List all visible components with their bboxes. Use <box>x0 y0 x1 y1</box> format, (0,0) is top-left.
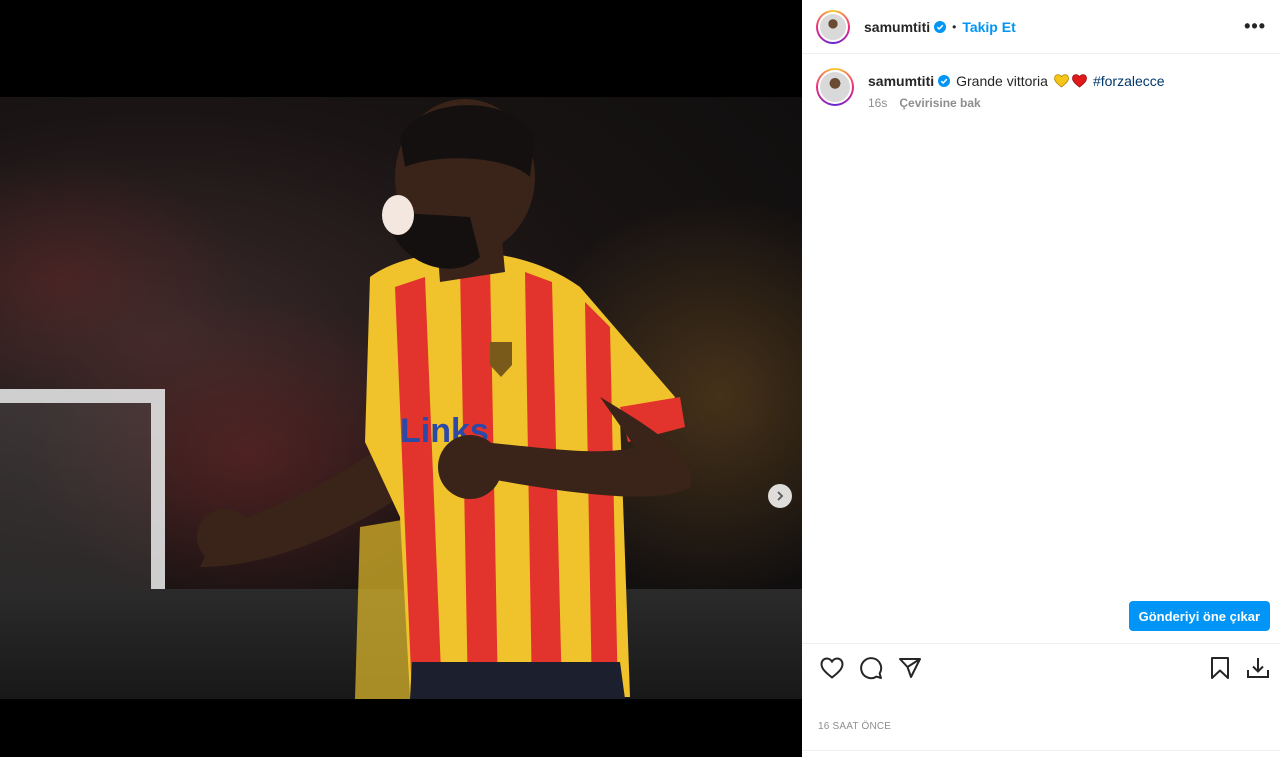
hashtag-link[interactable]: #forzalecce <box>1093 72 1165 90</box>
avatar-photo <box>818 11 848 42</box>
caption-author-avatar[interactable] <box>816 68 854 106</box>
see-translation-link[interactable]: Çevirisine bak <box>899 96 980 110</box>
download-button[interactable] <box>1244 654 1272 682</box>
save-button[interactable] <box>1206 654 1234 682</box>
post-timestamp[interactable]: 16 SAAT ÖNCE <box>818 721 891 732</box>
divider <box>802 750 1280 751</box>
divider <box>802 643 1280 644</box>
caption-meta: 16s Çevirisine bak <box>868 96 1165 110</box>
caption-username[interactable]: samumtiti <box>868 72 934 90</box>
caption-text: samumtiti Grande vittoria #forzalecce <box>868 72 1165 90</box>
author-username[interactable]: samumtiti <box>864 19 930 35</box>
bookmark-icon <box>1211 657 1229 679</box>
photo-player: Links <box>197 99 692 699</box>
post-details-panel: samumtiti • Takip Et ••• samumtiti Grand… <box>802 0 1280 757</box>
caption-body: samumtiti Grande vittoria #forzalecce 16… <box>868 68 1165 110</box>
red-heart-icon <box>1072 74 1087 88</box>
caption-relative-time[interactable]: 16s <box>868 96 887 110</box>
avatar-photo <box>818 70 852 104</box>
comment-bubble-icon <box>860 657 883 680</box>
heart-outline-icon <box>820 657 844 679</box>
boost-post-button[interactable]: Gönderiyi öne çıkar <box>1128 601 1270 631</box>
header-separator: • <box>952 19 957 34</box>
carousel-next-button[interactable] <box>768 484 792 508</box>
comment-button[interactable] <box>857 654 885 682</box>
author-avatar[interactable] <box>816 9 850 44</box>
post-header: samumtiti • Takip Et ••• <box>802 0 1280 54</box>
yellow-heart-icon <box>1054 74 1069 88</box>
action-bar <box>818 654 1272 682</box>
share-button[interactable] <box>896 654 924 682</box>
more-options-icon[interactable]: ••• <box>1244 16 1266 37</box>
caption-message: Grande vittoria <box>956 73 1048 89</box>
verified-badge-icon <box>934 20 947 33</box>
download-icon <box>1247 658 1269 678</box>
post-photo[interactable]: Links <box>0 97 802 699</box>
like-button[interactable] <box>818 654 846 682</box>
chevron-right-icon <box>777 491 784 501</box>
caption-comment: samumtiti Grande vittoria #forzalecce 16… <box>802 54 1280 110</box>
media-panel: Links <box>0 0 802 757</box>
verified-badge-icon <box>938 75 951 87</box>
follow-button[interactable]: Takip Et <box>962 19 1015 35</box>
paper-plane-icon <box>899 658 921 678</box>
